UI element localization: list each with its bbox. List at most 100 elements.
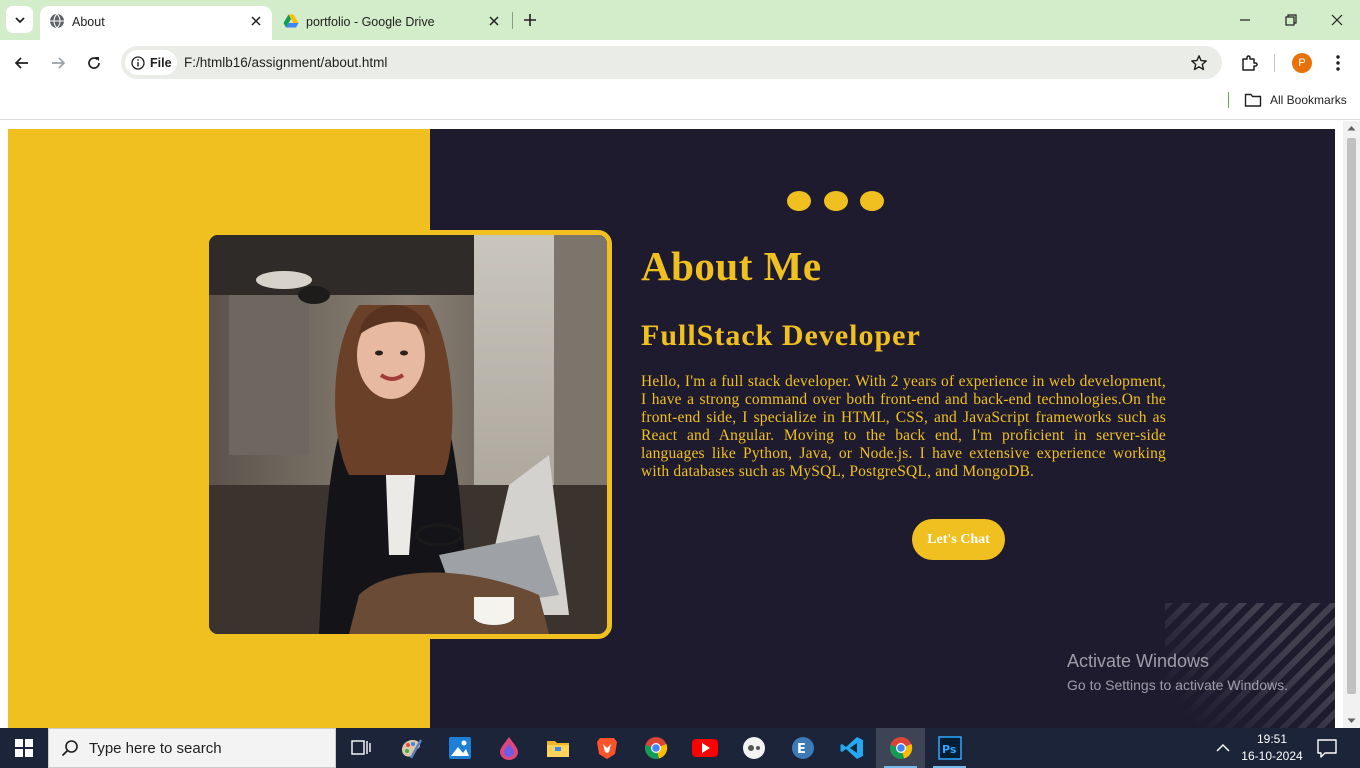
chevron-up-icon[interactable] <box>1214 740 1232 756</box>
search-placeholder: Type here to search <box>89 739 222 757</box>
back-button[interactable] <box>10 51 34 75</box>
watermark-subtitle: Go to Settings to activate Windows. <box>1067 677 1288 693</box>
notification-icon[interactable] <box>1316 738 1338 758</box>
scrollbar-thumb[interactable] <box>1347 138 1356 694</box>
tab-title: About <box>72 15 105 29</box>
forward-button[interactable] <box>46 51 70 75</box>
star-icon[interactable] <box>1190 54 1208 72</box>
puzzle-icon <box>1242 55 1258 71</box>
close-icon[interactable] <box>486 13 502 29</box>
scroll-up-icon[interactable] <box>1347 125 1356 131</box>
extensions-button[interactable] <box>1237 51 1261 75</box>
taskbar-app-chrome[interactable] <box>631 728 680 768</box>
address-bar[interactable]: File F:/htmlb16/assignment/about.html <box>121 46 1222 79</box>
google-drive-icon <box>283 14 299 28</box>
globe-icon <box>50 13 64 29</box>
taskbar-app-photos[interactable] <box>435 728 484 768</box>
all-bookmarks-label[interactable]: All Bookmarks <box>1270 93 1347 107</box>
vertical-scrollbar[interactable] <box>1343 121 1360 728</box>
search-icon <box>61 740 78 757</box>
toolbar-divider <box>1274 54 1275 72</box>
clock-date: 16-10-2024 <box>1241 749 1303 763</box>
taskbar-app-teams[interactable] <box>729 728 778 768</box>
minimize-icon <box>1240 19 1250 21</box>
taskbar-app-paint[interactable] <box>386 728 435 768</box>
paint3d-icon <box>499 737 518 760</box>
scroll-down-icon[interactable] <box>1347 718 1356 724</box>
bookmarks-bar: All Bookmarks <box>0 86 1360 120</box>
dot <box>824 191 848 211</box>
svg-text:Ps: Ps <box>942 743 957 756</box>
office-woman-photo <box>209 235 607 634</box>
file-explorer-icon <box>546 741 569 757</box>
site-info-chip[interactable]: File <box>125 50 177 75</box>
about-paragraph: Hello, I'm a full stack developer. With … <box>641 373 1166 480</box>
taskbar-app-photoshop[interactable]: Ps <box>925 728 974 768</box>
photos-icon <box>448 737 471 759</box>
role-subtitle: FullStack Developer <box>641 319 921 352</box>
restore-icon <box>1285 14 1297 26</box>
activate-windows-watermark: Activate Windows Go to Settings to activ… <box>1067 651 1288 693</box>
tab-strip: About portfolio - Google Drive <box>0 0 1360 40</box>
site-info-label: File <box>150 55 172 70</box>
tab-about[interactable]: About <box>40 6 272 40</box>
taskbar-app-paint3d[interactable] <box>484 728 533 768</box>
taskbar-app-edge[interactable]: E <box>778 728 827 768</box>
bookmarks-divider <box>1228 92 1229 108</box>
taskbar-app-chrome-active[interactable] <box>876 728 925 768</box>
task-view-button[interactable] <box>336 728 385 768</box>
close-icon <box>1331 14 1343 26</box>
restore-button[interactable] <box>1268 8 1314 32</box>
svg-text:E: E <box>797 742 806 757</box>
page-title: About Me <box>641 243 822 289</box>
paint-icon <box>401 739 422 759</box>
plus-icon <box>524 14 536 26</box>
system-clock[interactable]: 19:51 16-10-2024 <box>1240 731 1304 765</box>
watermark-title: Activate Windows <box>1067 651 1210 671</box>
profile-photo <box>204 230 612 639</box>
brave-icon <box>596 738 617 759</box>
task-view-icon <box>350 740 371 755</box>
page-viewport: About Me FullStack Developer Hello, I'm … <box>0 121 1360 728</box>
dot <box>787 191 811 211</box>
about-page: About Me FullStack Developer Hello, I'm … <box>8 129 1335 728</box>
photoshop-icon: Ps <box>937 736 962 760</box>
tab-title: portfolio - Google Drive <box>306 15 435 29</box>
reload-icon <box>88 57 100 69</box>
youtube-icon <box>691 739 718 757</box>
start-button[interactable] <box>0 728 48 768</box>
clock-time: 19:51 <box>1256 732 1288 746</box>
dot <box>860 191 884 211</box>
profile-avatar[interactable]: P <box>1292 53 1312 73</box>
new-tab-button[interactable] <box>520 10 540 30</box>
ms-teams-icon <box>742 737 765 759</box>
taskbar-app-file-explorer[interactable] <box>533 728 582 768</box>
folder-icon[interactable] <box>1244 92 1262 108</box>
url-text[interactable]: F:/htmlb16/assignment/about.html <box>184 55 387 70</box>
taskbar-search[interactable]: Type here to search <box>48 728 336 768</box>
vscode-icon <box>840 737 863 759</box>
taskbar-app-vscode[interactable] <box>827 728 876 768</box>
reload-button[interactable] <box>82 51 106 75</box>
arrow-left-icon <box>14 57 28 69</box>
chrome-icon <box>644 737 667 759</box>
lets-chat-button[interactable]: Let's Chat <box>912 519 1005 560</box>
chrome-icon <box>889 737 912 759</box>
tab-search-button[interactable] <box>6 6 33 33</box>
arrow-right-icon <box>52 57 66 69</box>
windows-logo-icon <box>15 739 33 757</box>
info-icon <box>131 55 145 70</box>
decorative-dots <box>787 191 887 213</box>
browser-toolbar: File F:/htmlb16/assignment/about.html P <box>0 40 1360 86</box>
close-window-button[interactable] <box>1314 8 1360 32</box>
tab-google-drive[interactable]: portfolio - Google Drive <box>274 6 510 40</box>
taskbar-app-brave[interactable] <box>582 728 631 768</box>
minimize-button[interactable] <box>1222 8 1268 32</box>
taskbar-app-youtube[interactable] <box>680 728 729 768</box>
edge-icon: E <box>791 737 814 759</box>
tab-divider <box>512 12 513 29</box>
kebab-menu-icon <box>1336 55 1340 71</box>
windows-taskbar: Type here to search E Ps 19:51 16-10-202… <box>0 728 1360 768</box>
menu-button[interactable] <box>1326 51 1350 75</box>
close-icon[interactable] <box>248 13 264 29</box>
